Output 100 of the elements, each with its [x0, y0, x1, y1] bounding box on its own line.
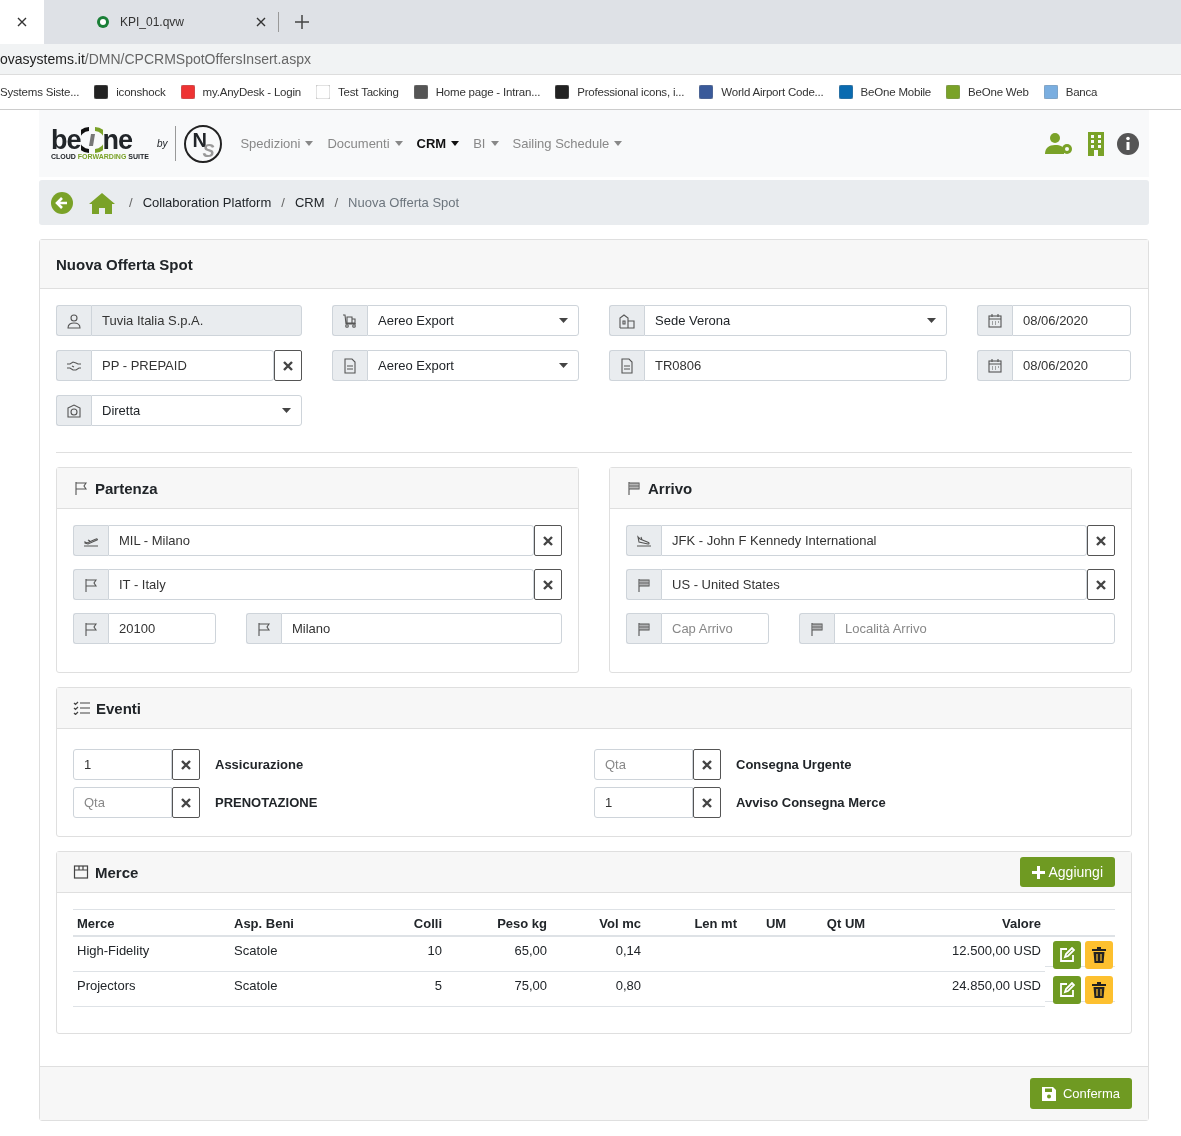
- menu-item[interactable]: CRM: [416, 136, 460, 151]
- input-field[interactable]: Milano: [281, 613, 562, 644]
- logo-text: ne: [102, 127, 133, 153]
- logo-by: by: [156, 126, 177, 161]
- input-field[interactable]: TR0806: [644, 350, 947, 381]
- clear-button[interactable]: [172, 787, 200, 818]
- quantity-field[interactable]: Qta: [594, 749, 693, 780]
- breadcrumb-item[interactable]: Collaboration Platform: [142, 195, 272, 210]
- column-header: Merce: [77, 916, 115, 931]
- table-cell: Scatole: [234, 943, 278, 958]
- input-field[interactable]: Tuvia Italia S.p.A.: [91, 305, 302, 336]
- dropdown[interactable]: Sede Verona: [644, 305, 947, 336]
- input-field[interactable]: JFK - John F Kennedy International: [661, 525, 1087, 556]
- menu-item[interactable]: Spedizioni: [240, 136, 314, 151]
- bookmark[interactable]: Systems Siste...: [0, 86, 80, 98]
- bookmark[interactable]: BeOne Mobile: [838, 85, 932, 99]
- document-icon: [619, 357, 635, 374]
- back-icon[interactable]: [51, 191, 73, 214]
- bookmark[interactable]: Banca: [1043, 85, 1098, 99]
- bookmark-icon: [180, 85, 195, 99]
- breadcrumb-item: Nuova Offerta Spot: [348, 195, 460, 210]
- checkered-flag-icon: [809, 620, 825, 637]
- close-icon: [1095, 534, 1107, 547]
- event-label: Consegna Urgente: [736, 757, 852, 772]
- user-settings-icon[interactable]: [1045, 131, 1075, 156]
- bookmark[interactable]: Home page - Intran...: [413, 85, 541, 99]
- clear-button[interactable]: [534, 569, 562, 600]
- caret-icon: [451, 141, 460, 146]
- input-field[interactable]: Località Arrivo: [834, 613, 1115, 644]
- clear-button[interactable]: [693, 749, 721, 780]
- clear-button[interactable]: [534, 525, 562, 556]
- event-label: Avviso Consegna Merce: [736, 795, 886, 810]
- bookmark[interactable]: iconshock: [94, 85, 166, 99]
- info-icon[interactable]: [1117, 132, 1139, 155]
- checkered-flag-icon: [636, 620, 652, 637]
- close-icon[interactable]: [17, 17, 27, 27]
- address-bar[interactable]: ovasystems.it/DMN/CPCRMSpotOffersInsert.aspx: [0, 44, 1181, 75]
- section-title: Partenza: [95, 479, 158, 497]
- input-field[interactable]: PP - PREPAID: [91, 350, 274, 381]
- box-icon: [73, 864, 89, 880]
- bookmark[interactable]: Test Tacking: [316, 85, 399, 99]
- input-field[interactable]: 08/06/2020: [1012, 350, 1131, 381]
- quantity-field[interactable]: 1: [73, 749, 172, 780]
- clear-button[interactable]: [1087, 569, 1115, 600]
- quantity-field[interactable]: Qta: [73, 787, 172, 818]
- bookmark[interactable]: World Airport Code...: [699, 85, 824, 99]
- edit-icon: [1059, 947, 1075, 963]
- input-field[interactable]: 08/06/2020: [1012, 305, 1131, 336]
- section-title: Arrivo: [648, 479, 693, 497]
- input-field[interactable]: Cap Arrivo: [661, 613, 769, 644]
- dropdown[interactable]: Diretta: [91, 395, 302, 426]
- dropdown[interactable]: Aereo Export: [367, 305, 579, 336]
- breadcrumb-separator: /: [129, 195, 133, 210]
- bookmark-icon: [1043, 85, 1058, 99]
- input-field[interactable]: 20100: [108, 613, 216, 644]
- delete-button[interactable]: [1085, 941, 1113, 969]
- input-field[interactable]: IT - Italy: [108, 569, 534, 600]
- clear-button[interactable]: [1087, 525, 1115, 556]
- edit-icon: [1059, 982, 1075, 998]
- column-header: Colli: [413, 916, 442, 931]
- bookmark[interactable]: BeOne Web: [946, 85, 1029, 99]
- clear-button[interactable]: [274, 350, 302, 381]
- table-cell: 75,00: [514, 978, 547, 993]
- close-icon: [701, 796, 713, 809]
- caret-icon: [927, 318, 936, 323]
- bookmark-icon: [316, 85, 331, 99]
- new-tab-icon[interactable]: [295, 15, 309, 29]
- bookmark-icon: [838, 85, 853, 99]
- table-cell: Projectors: [77, 978, 136, 993]
- clear-button[interactable]: [172, 749, 200, 780]
- table-cell: 10: [427, 943, 442, 958]
- quantity-field[interactable]: 1: [594, 787, 693, 818]
- input-field[interactable]: MIL - Milano: [108, 525, 534, 556]
- browser-tab[interactable]: KPI_01.qvw: [44, 12, 279, 32]
- event-label: Assicurazione: [215, 757, 304, 772]
- clear-button[interactable]: [693, 787, 721, 818]
- app-icon: [96, 15, 110, 29]
- table-cell: 24.850,00 USD: [952, 978, 1041, 993]
- close-icon: [180, 758, 192, 771]
- menu-item[interactable]: Sailing Schedule: [512, 136, 623, 151]
- bookmark[interactable]: Professional icons, i...: [555, 85, 685, 99]
- caret-icon: [614, 141, 623, 146]
- table-cell: 0,14: [615, 943, 641, 958]
- flag-icon: [256, 620, 272, 637]
- delete-button[interactable]: [1085, 976, 1113, 1004]
- close-icon[interactable]: [256, 17, 266, 27]
- bookmark[interactable]: my.AnyDesk - Login: [180, 85, 302, 99]
- building-icon[interactable]: [1087, 131, 1105, 156]
- dropdown[interactable]: Aereo Export: [367, 350, 579, 381]
- caret-icon: [490, 141, 499, 146]
- breadcrumb-item[interactable]: CRM: [294, 195, 325, 210]
- plus-icon: [1031, 865, 1045, 879]
- close-icon: [1095, 578, 1107, 591]
- tab-title: KPI_01.qvw: [120, 15, 186, 29]
- column-header: Qt UM: [826, 916, 866, 931]
- close-icon: [542, 578, 554, 591]
- column-header: Asp. Beni: [234, 916, 294, 931]
- table-cell: 12.500,00 USD: [952, 943, 1041, 958]
- bookmark-icon: [699, 85, 714, 99]
- input-field[interactable]: US - United States: [661, 569, 1087, 600]
